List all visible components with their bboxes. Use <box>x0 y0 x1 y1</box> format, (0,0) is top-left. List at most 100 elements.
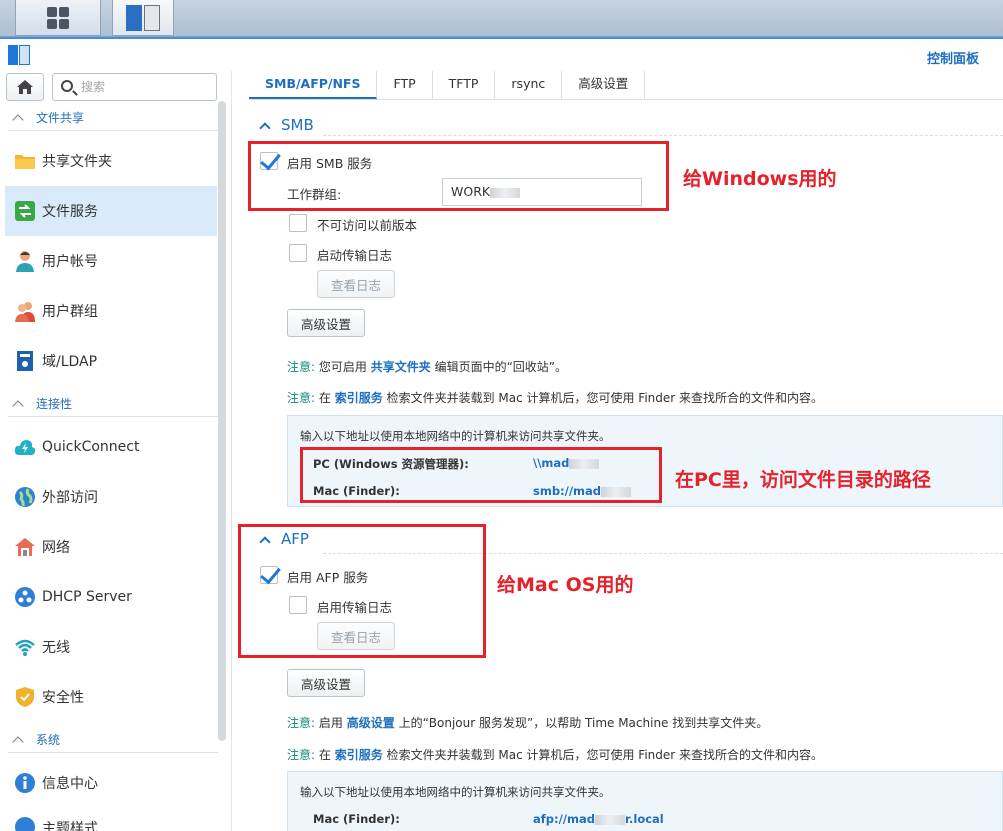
group-icon <box>14 300 36 322</box>
search-icon <box>61 80 73 92</box>
apps-grid-icon <box>47 6 69 29</box>
sidebar-item-label: DHCP Server <box>42 589 132 605</box>
smb-section-title: SMB <box>281 116 314 134</box>
section-system[interactable]: 系统 <box>8 727 218 753</box>
sidebar-item-label: 用户帐号 <box>42 254 98 270</box>
afp-note-index: 注意: 在 索引服务 检索文件夹并装载到 Mac 计算机后，您可使用 Finde… <box>287 748 824 762</box>
control-panel-icon <box>126 4 160 31</box>
sidebar-item-shared-folder[interactable]: 共享文件夹 <box>5 136 217 186</box>
window-header: 控制面板 <box>0 37 1003 71</box>
address-description: 输入以下地址以使用本地网络中的计算机来访问共享文件夹。 <box>300 429 611 443</box>
sidebar-item-info-center[interactable]: 信息中心 <box>5 758 217 808</box>
smb-note-index: 注意: 在 索引服务 检索文件夹并装载到 Mac 计算机后，您可使用 Finde… <box>287 391 824 405</box>
folder-icon <box>14 150 36 172</box>
sidebar-item-label: 共享文件夹 <box>42 154 112 170</box>
sidebar-item-external-access[interactable]: 外部访问 <box>5 472 217 522</box>
control-panel-task-button[interactable] <box>112 0 174 36</box>
smb-transfer-log-checkbox[interactable] <box>289 244 307 262</box>
sidebar-item-domain-ldap[interactable]: 域/LDAP <box>5 336 217 386</box>
smb-view-log-button[interactable]: 查看日志 <box>317 270 395 298</box>
sidebar-item-label: 域/LDAP <box>42 354 98 370</box>
tab-ftp[interactable]: FTP <box>377 71 433 99</box>
domain-icon <box>14 350 36 372</box>
index-service-link[interactable]: 索引服务 <box>335 748 383 762</box>
annotation-text-path: 在PC里，访问文件目录的路径 <box>675 469 931 491</box>
annotation-text-afp: 给Mac OS用的 <box>497 574 634 596</box>
sidebar: 文件共享 共享文件夹 文件服务 用户帐号 用户群组 域/LDAP 连接性 Qui… <box>0 71 232 831</box>
tab-advanced[interactable]: 高级设置 <box>562 71 646 99</box>
index-service-link[interactable]: 索引服务 <box>335 391 383 405</box>
network-icon <box>14 536 36 558</box>
window-title: 控制面板 <box>926 52 979 67</box>
sidebar-item-label: 用户群组 <box>42 304 98 320</box>
tab-tftp[interactable]: TFTP <box>433 71 496 99</box>
cloud-icon <box>14 436 36 458</box>
chevron-up-icon <box>259 121 271 134</box>
sidebar-scrollbar[interactable] <box>218 101 226 741</box>
annotation-box-afp <box>238 524 486 658</box>
section-label: 连接性 <box>36 397 73 411</box>
section-connectivity[interactable]: 连接性 <box>8 391 218 417</box>
sidebar-item-label: 主题样式 <box>42 821 98 831</box>
sidebar-item-theme[interactable]: 主题样式 <box>5 808 217 831</box>
shared-folder-link[interactable]: 共享文件夹 <box>371 360 431 374</box>
taskbar <box>0 0 1003 37</box>
file-services-icon <box>14 200 36 222</box>
afp-address-box: 输入以下地址以使用本地网络中的计算机来访问共享文件夹。 Mac (Finder)… <box>287 771 1003 831</box>
globe-icon <box>14 486 36 508</box>
afp-advanced-button[interactable]: 高级设置 <box>287 669 365 697</box>
main-menu-button[interactable] <box>15 0 101 36</box>
annotation-text-smb: 给Windows用的 <box>683 168 837 190</box>
sidebar-item-label: 文件服务 <box>42 204 98 220</box>
search-box[interactable] <box>52 73 217 101</box>
home-icon <box>17 80 33 94</box>
smb-note-recycle: 注意: 您可启用 共享文件夹 编辑页面中的“回收站”。 <box>287 360 567 374</box>
section-label: 文件共享 <box>36 111 85 125</box>
search-input[interactable] <box>81 78 211 96</box>
smb-advanced-button[interactable]: 高级设置 <box>287 309 365 337</box>
smb-section-header[interactable]: SMB <box>259 116 314 134</box>
shield-icon <box>14 686 36 708</box>
sidebar-item-label: 信息中心 <box>42 776 98 792</box>
sidebar-item-security[interactable]: 安全性 <box>5 672 217 722</box>
sidebar-item-label: QuickConnect <box>42 439 140 455</box>
section-label: 系统 <box>36 733 61 747</box>
divider <box>323 135 1003 136</box>
sidebar-item-label: 网络 <box>42 540 70 556</box>
sidebar-item-file-services[interactable]: 文件服务 <box>5 186 217 236</box>
control-panel-app-icon <box>8 45 30 65</box>
chevron-up-icon <box>12 399 24 412</box>
mac-address-label: Mac (Finder): <box>313 812 400 826</box>
afp-note-bonjour: 注意: 启用 高级设置 上的“Bonjour 服务发现”，以帮助 Time Ma… <box>287 716 769 730</box>
sidebar-item-label: 安全性 <box>42 690 84 706</box>
smb-transfer-log-label: 启动传输日志 <box>317 248 393 263</box>
chevron-up-icon <box>12 735 24 748</box>
sidebar-item-group[interactable]: 用户群组 <box>5 286 217 336</box>
dhcp-icon <box>14 586 36 608</box>
theme-icon <box>14 816 36 831</box>
annotation-box-smb <box>248 141 669 211</box>
info-icon <box>14 772 36 794</box>
sidebar-item-wireless[interactable]: 无线 <box>5 622 217 672</box>
tab-bar: SMB/AFP/NFS FTP TFTP rsync 高级设置 <box>249 71 1003 100</box>
wifi-icon <box>14 636 36 658</box>
advanced-settings-link[interactable]: 高级设置 <box>347 716 395 730</box>
sidebar-item-dhcp-server[interactable]: DHCP Server <box>5 572 217 622</box>
mac-address-value: afp://mad r.local <box>533 812 664 826</box>
sidebar-item-quickconnect[interactable]: QuickConnect <box>5 422 217 472</box>
chevron-up-icon <box>12 113 24 126</box>
prev-versions-label: 不可访问以前版本 <box>317 218 418 233</box>
sidebar-item-network[interactable]: 网络 <box>5 522 217 572</box>
home-button[interactable] <box>6 73 44 101</box>
tab-smb-afp-nfs[interactable]: SMB/AFP/NFS <box>249 71 378 99</box>
section-file-sharing[interactable]: 文件共享 <box>8 105 218 131</box>
sidebar-item-label: 无线 <box>42 640 70 656</box>
tab-rsync[interactable]: rsync <box>495 71 563 99</box>
prev-versions-checkbox[interactable] <box>289 214 307 232</box>
sidebar-item-label: 外部访问 <box>42 490 98 506</box>
address-description: 输入以下地址以使用本地网络中的计算机来访问共享文件夹。 <box>300 785 611 799</box>
blurred-text <box>594 814 625 825</box>
sidebar-item-user[interactable]: 用户帐号 <box>5 236 217 286</box>
annotation-box-path <box>300 447 662 503</box>
user-icon <box>14 250 36 272</box>
